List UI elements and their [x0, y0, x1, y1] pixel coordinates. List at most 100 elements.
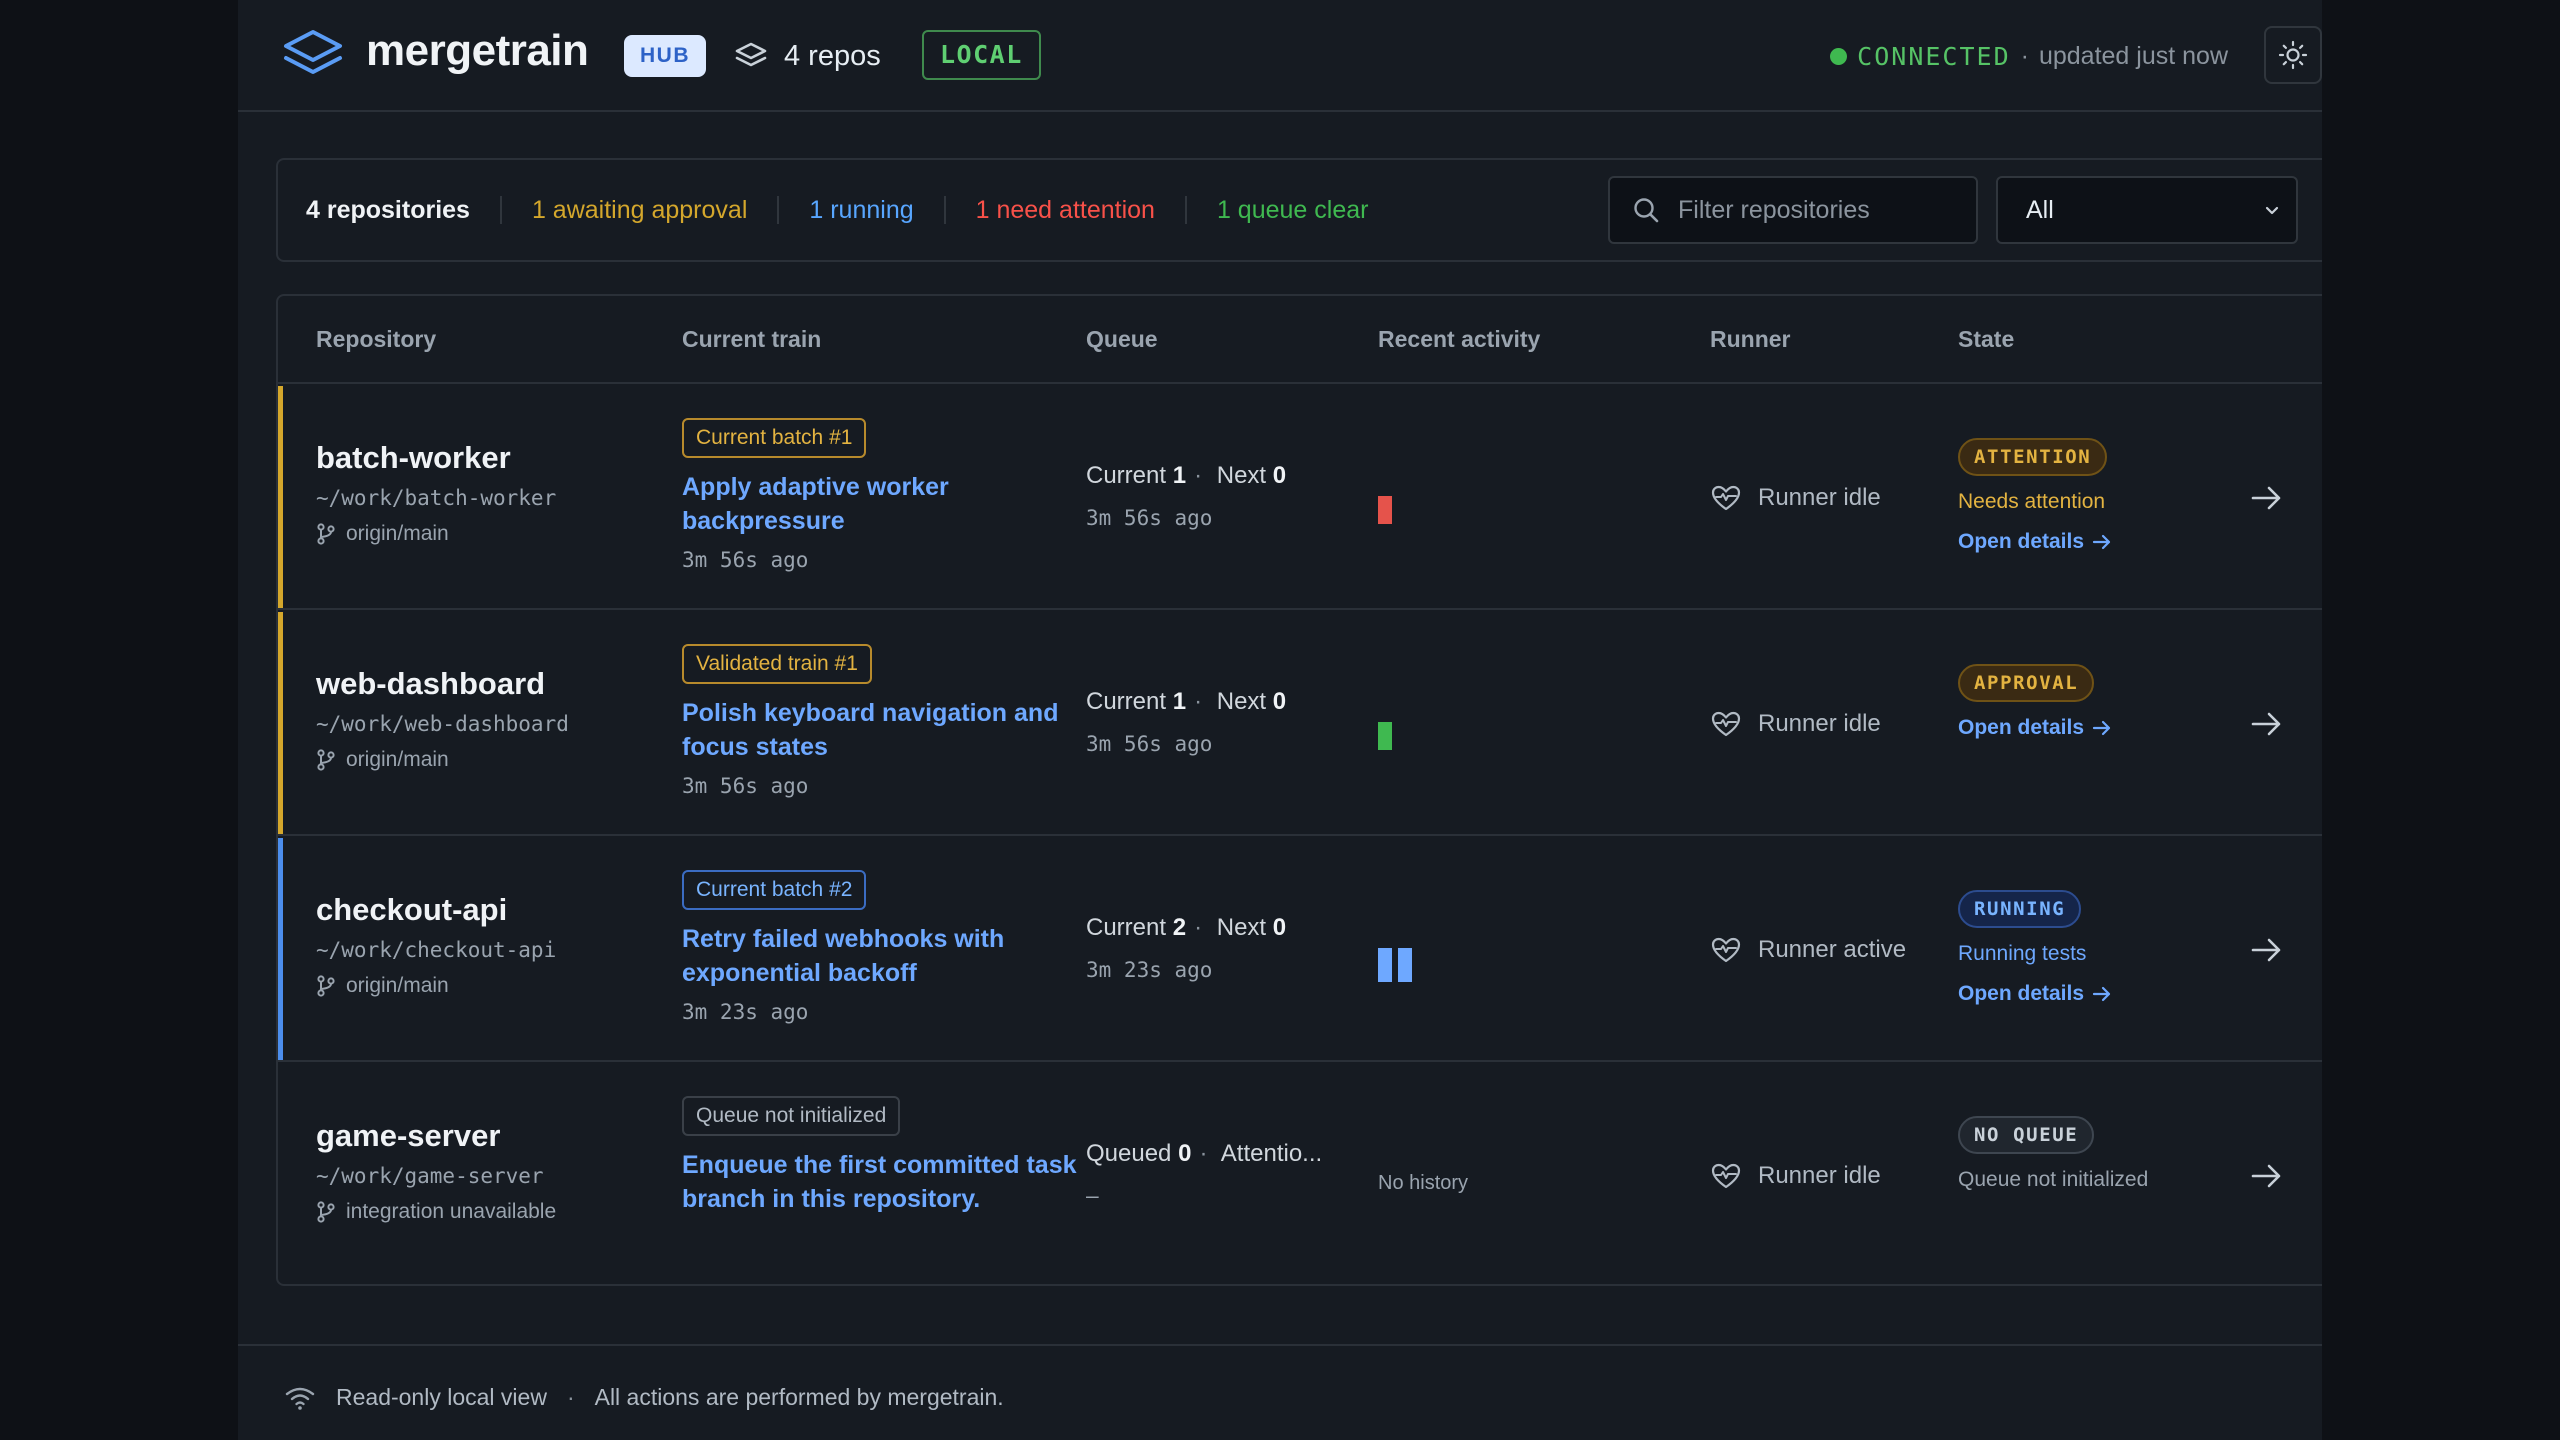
state-description: Running tests — [1958, 942, 2087, 965]
wifi-icon — [285, 1387, 315, 1410]
heartbeat-icon — [1711, 937, 1741, 963]
activity-bar — [1378, 496, 1392, 524]
summary-stats: 4 repositories 1 awaiting approval 1 run… — [306, 160, 1398, 260]
open-details-link[interactable]: Open details — [1958, 716, 2112, 740]
git-branch-icon — [317, 749, 335, 771]
table-row[interactable]: checkout-api ~/work/checkout-api origin/ma… — [278, 838, 2322, 1062]
runner-status: Runner active — [1710, 936, 1906, 964]
branch-label: origin/main — [346, 522, 449, 545]
queue-time: – — [1086, 1184, 1099, 1208]
repos-count: 4 repos — [734, 36, 881, 76]
column-header-runner: Runner — [1710, 326, 1791, 352]
search-icon — [1634, 198, 1659, 223]
repo-branch: origin/main — [316, 974, 449, 998]
open-details-label: Open details — [1958, 982, 2085, 1005]
train-title-link[interactable]: Polish keyboard navigation and focus sta… — [682, 696, 1082, 764]
queue-label-a: Current — [1086, 688, 1167, 715]
summary-running[interactable]: 1 running — [777, 196, 943, 224]
brand-name[interactable]: mergetrain — [366, 26, 589, 76]
table-row[interactable]: web-dashboard ~/work/web-dashboard origin/… — [278, 612, 2322, 836]
queue-value-a: 2 — [1172, 914, 1187, 941]
repo-path: ~/work/checkout-api — [316, 938, 557, 962]
table-row[interactable]: game-server ~/work/game-server integration… — [278, 1064, 2322, 1284]
train-title-link[interactable]: Apply adaptive worker backpressure — [682, 470, 1082, 538]
queue-counts: Current 1 · Next 0 — [1086, 688, 1286, 716]
column-header-current-train: Current train — [682, 326, 822, 352]
train-title-link[interactable]: Enqueue the first committed task branch … — [682, 1148, 1082, 1216]
queue-separator: · — [1199, 1140, 1208, 1167]
repo-name[interactable]: batch-worker — [316, 440, 511, 476]
chevron-down-icon — [2265, 206, 2279, 215]
repositories-table: Repository Current train Queue Recent ac… — [276, 294, 2322, 1286]
repo-name[interactable]: checkout-api — [316, 892, 507, 928]
layers-logo-icon[interactable] — [282, 28, 344, 82]
arrow-right-icon — [2092, 720, 2111, 736]
queue-value-a: 1 — [1172, 688, 1187, 715]
summary-bar: 4 repositories 1 awaiting approval 1 run… — [276, 158, 2322, 262]
filter-repositories-input[interactable]: Filter repositories — [1608, 176, 1978, 244]
activity-bar — [1378, 722, 1392, 750]
theme-toggle-button[interactable] — [2264, 26, 2322, 84]
recent-activity-bars — [1378, 948, 1412, 982]
repo-path: ~/work/batch-worker — [316, 486, 557, 510]
branch-label: origin/main — [346, 974, 449, 997]
state-badge: ATTENTION — [1958, 438, 2108, 476]
queue-separator: · — [1194, 688, 1203, 715]
layers-icon — [735, 42, 767, 67]
queue-label-a: Current — [1086, 914, 1167, 941]
train-time: 3m 56s ago — [682, 774, 809, 798]
runner-status: Runner idle — [1710, 710, 1881, 738]
repo-name[interactable]: game-server — [316, 1118, 500, 1154]
arrow-right-icon — [2092, 986, 2111, 1002]
git-branch-icon — [317, 1201, 335, 1223]
summary-need-attention[interactable]: 1 need attention — [943, 196, 1185, 224]
table-row[interactable]: batch-worker ~/work/batch-worker origin/ma… — [278, 386, 2322, 610]
queue-separator: · — [1194, 914, 1203, 941]
queue-label-b: Attentio... — [1220, 1140, 1323, 1167]
open-details-link[interactable]: Open details — [1958, 530, 2112, 554]
table-header: Repository Current train Queue Recent ac… — [278, 296, 2322, 384]
open-details-link[interactable]: Open details — [1958, 982, 2112, 1006]
column-header-state: State — [1958, 326, 2015, 352]
repo-name[interactable]: web-dashboard — [316, 666, 545, 702]
state-filter-select[interactable]: All — [1996, 176, 2298, 244]
repo-branch: integration unavailable — [316, 1200, 556, 1224]
queue-label-b: Next — [1216, 688, 1267, 715]
open-row-arrow-icon[interactable] — [2248, 706, 2284, 742]
open-row-arrow-icon[interactable] — [2248, 480, 2284, 516]
summary-total[interactable]: 4 repositories — [306, 196, 500, 224]
column-header-recent-activity: Recent activity — [1378, 326, 1541, 352]
train-time: 3m 23s ago — [682, 1000, 809, 1024]
train-badge: Current batch #2 — [682, 870, 867, 910]
open-row-arrow-icon[interactable] — [2248, 932, 2284, 968]
state-badge: APPROVAL — [1958, 664, 2095, 702]
queue-value-b: 0 — [1272, 462, 1287, 489]
open-details-label: Open details — [1958, 530, 2085, 553]
repo-branch: origin/main — [316, 748, 449, 772]
footer-separator: · — [566, 1384, 575, 1410]
activity-bar — [1398, 948, 1412, 982]
no-history-label: No history — [1378, 1172, 1469, 1194]
state-badge: NO QUEUE — [1958, 1116, 2095, 1154]
queue-value-a: 0 — [1178, 1140, 1192, 1167]
queue-time: 3m 23s ago — [1086, 958, 1213, 982]
updated-text: updated just now — [2038, 41, 2228, 70]
train-title-link[interactable]: Retry failed webhooks with exponential b… — [682, 922, 1082, 990]
state-filter-value: All — [2026, 195, 2054, 224]
column-header-queue: Queue — [1086, 326, 1158, 352]
train-badge: Validated train #1 — [682, 644, 872, 684]
summary-awaiting-approval[interactable]: 1 awaiting approval — [499, 196, 777, 224]
heartbeat-icon — [1711, 711, 1741, 737]
queue-label-b: Next — [1216, 914, 1267, 941]
queue-separator: · — [1194, 462, 1203, 489]
runner-status: Runner idle — [1710, 484, 1881, 512]
activity-bar — [1378, 948, 1392, 982]
state-badge: RUNNING — [1958, 890, 2082, 928]
runner-status: Runner idle — [1710, 1162, 1881, 1190]
summary-queue-clear[interactable]: 1 queue clear — [1184, 196, 1399, 224]
branch-label: integration unavailable — [346, 1200, 557, 1223]
open-row-arrow-icon[interactable] — [2248, 1158, 2284, 1194]
queue-value-b: 0 — [1272, 914, 1287, 941]
arrow-right-icon — [2092, 534, 2111, 550]
top-bar: mergetrain HUB 4 repos LOCAL CONNECTED ·… — [238, 0, 2322, 112]
